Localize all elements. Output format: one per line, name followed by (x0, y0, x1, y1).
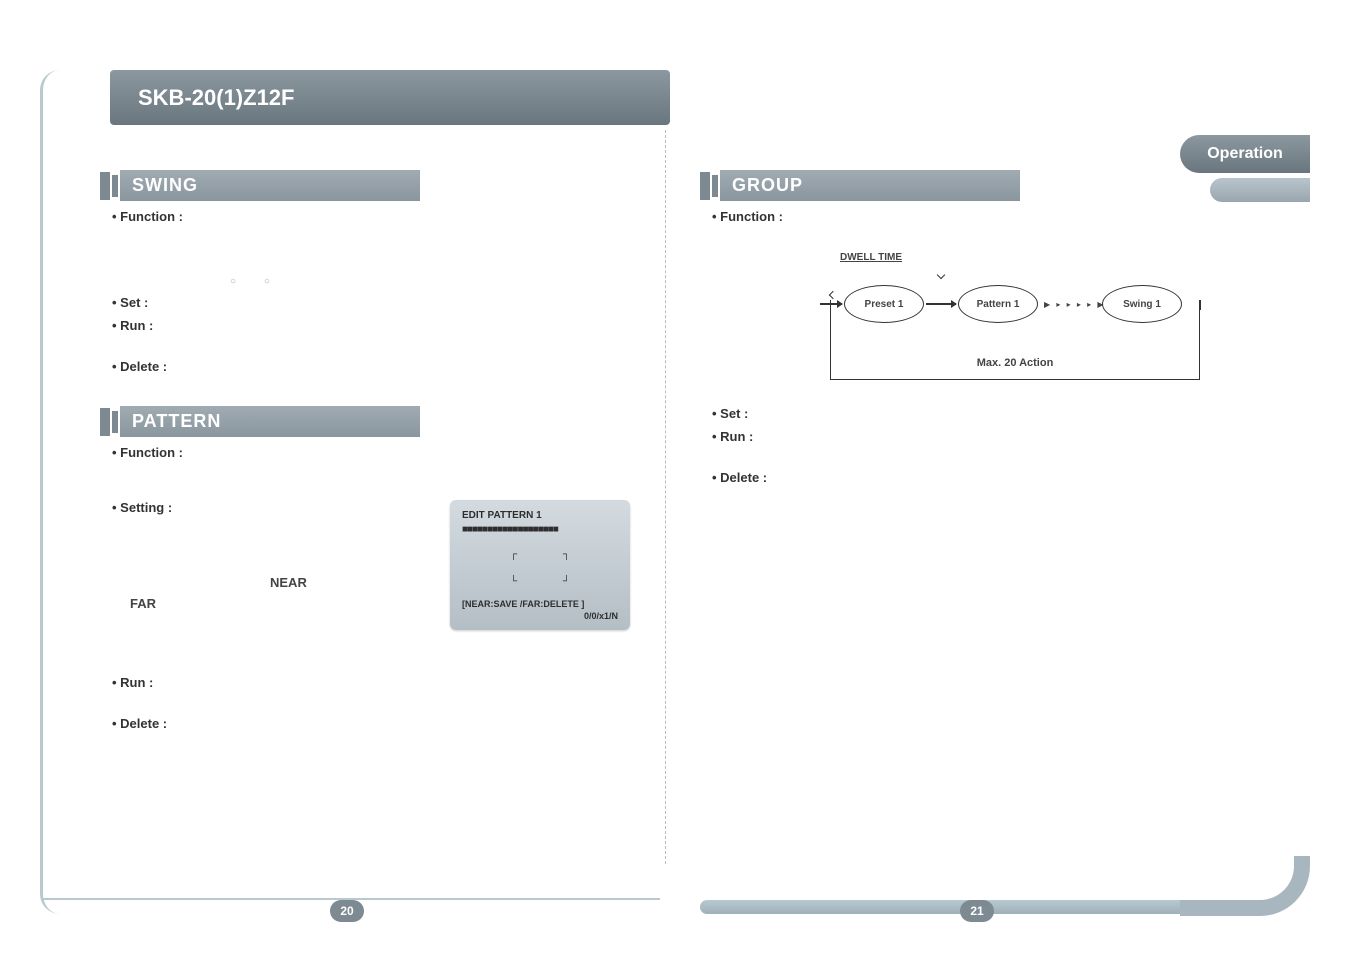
right-page: GROUP • Function : DWELL TIME Preset 1 P… (700, 170, 1220, 489)
heading-accent-small (112, 175, 118, 197)
node-swing-label: Swing 1 (1123, 299, 1161, 310)
dwell-time-label: DWELL TIME (840, 252, 902, 263)
page-divider (665, 130, 666, 864)
page-number-right: 21 (960, 900, 994, 922)
heading-accent (100, 408, 110, 436)
heading-accent (700, 172, 710, 200)
pattern-delete-label: • Delete : (112, 716, 660, 731)
group-delete-label: • Delete : (712, 470, 1220, 485)
tick-icon (937, 271, 945, 279)
page-number-right-text: 21 (970, 904, 983, 918)
left-page: SWING • Function : ○ ○ • Set : • Run : •… (100, 170, 660, 735)
corner-bl: └ (510, 576, 517, 587)
document-title: SKB-20(1)Z12F (138, 85, 294, 111)
swing-delete-label: • Delete : (112, 359, 660, 374)
group-set-label: • Set : (712, 406, 1220, 421)
heading-accent-small (712, 175, 718, 197)
node-pattern-label: Pattern 1 (977, 299, 1020, 310)
swing-title: SWING (120, 170, 420, 201)
lcd-title: EDIT PATTERN 1 (462, 510, 618, 521)
lcd-footer: [NEAR:SAVE /FAR:DELETE ] (462, 599, 618, 609)
lcd-corners-top: ┌ ┐ (510, 549, 570, 560)
heading-accent-small (112, 411, 118, 433)
pattern-heading: PATTERN (100, 406, 660, 437)
pattern-function-label: • Function : (112, 445, 660, 460)
group-title: GROUP (720, 170, 1020, 201)
corner-tl: ┌ (510, 549, 517, 560)
group-run-label: • Run : (712, 429, 1220, 444)
sub-tab-blank (1210, 178, 1310, 202)
near-label: NEAR (270, 575, 307, 590)
operation-tab-label: Operation (1207, 145, 1283, 163)
group-function-label: • Function : (712, 209, 1220, 224)
max-action-label: Max. 20 Action (831, 357, 1199, 369)
heading-accent (100, 172, 110, 200)
footer-swoosh (1180, 856, 1310, 916)
page-frame-left (40, 70, 60, 914)
lcd-corners-bottom: └ ┘ (510, 576, 570, 587)
group-diagram: DWELL TIME Preset 1 Pattern 1 ▶ ▸ ▸ ▸ ▸ … (830, 260, 1200, 380)
group-heading: GROUP (700, 170, 1220, 201)
corner-br: ┘ (563, 576, 570, 587)
diagram-frame: Max. 20 Action (830, 310, 1200, 380)
swing-set-label: • Set : (112, 295, 660, 310)
pattern-lcd-inset: EDIT PATTERN 1 ■■■■■■■■■■■■■■■■■■■ ┌ ┐ └… (450, 500, 630, 630)
arrow-icon (820, 303, 842, 305)
decorative-dots: ○ ○ (230, 276, 660, 287)
page-number-left-text: 20 (340, 904, 353, 918)
return-arrow-icon (829, 291, 837, 299)
pattern-run-label: • Run : (112, 675, 660, 690)
operation-tab: Operation (1180, 135, 1310, 173)
swing-heading: SWING (100, 170, 660, 201)
lcd-footer2: 0/0/x1/N (462, 611, 618, 621)
continuation-dots: ▶ ▸ ▸ ▸ ▸ ▶ (1044, 300, 1105, 309)
node-preset-label: Preset 1 (865, 299, 904, 310)
document-title-bar: SKB-20(1)Z12F (110, 70, 670, 125)
lcd-progress-bar: ■■■■■■■■■■■■■■■■■■■ (462, 524, 618, 535)
pattern-title: PATTERN (120, 406, 420, 437)
page-number-left: 20 (330, 900, 364, 922)
corner-tr: ┐ (563, 549, 570, 560)
swing-function-label: • Function : (112, 209, 660, 224)
swing-run-label: • Run : (112, 318, 660, 333)
arrow-icon (926, 303, 956, 305)
